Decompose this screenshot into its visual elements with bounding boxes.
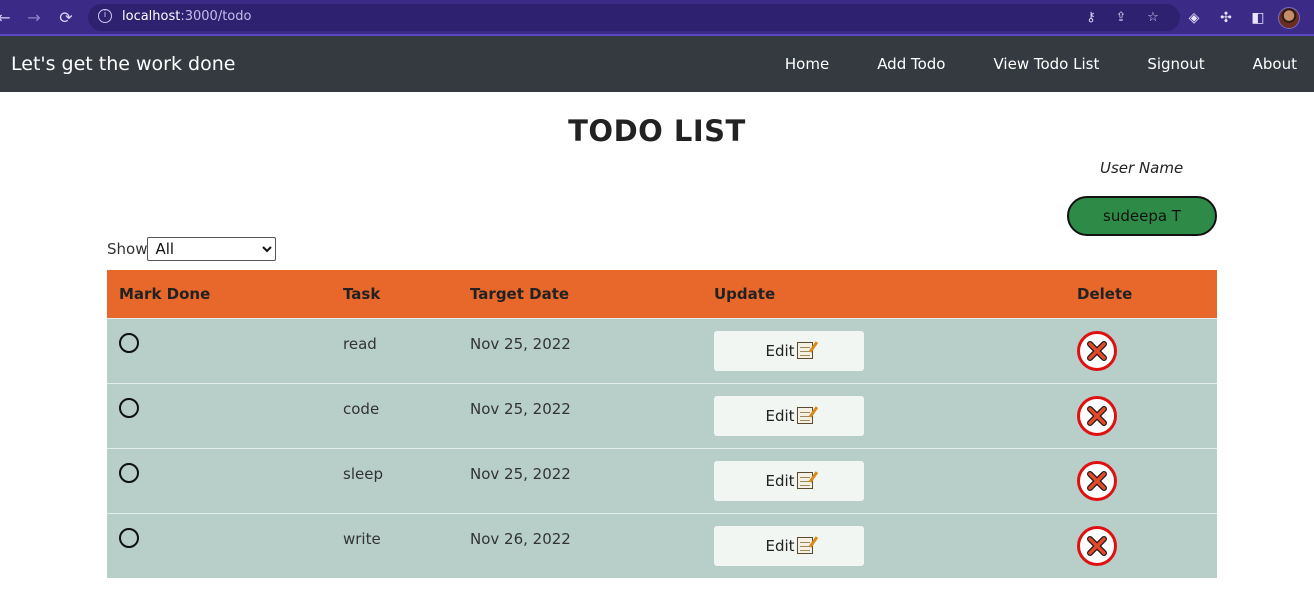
edit-button[interactable]: Edit bbox=[714, 460, 864, 501]
profile-avatar[interactable] bbox=[1278, 7, 1300, 29]
star-icon[interactable]: ☆ bbox=[1144, 9, 1162, 27]
edit-button[interactable]: Edit bbox=[714, 395, 864, 436]
page-title: TODO LIST bbox=[568, 114, 746, 148]
cross-mark-icon bbox=[1087, 470, 1107, 491]
task-cell: write bbox=[343, 529, 381, 548]
header-update: Update bbox=[714, 284, 776, 303]
memo-icon bbox=[796, 537, 813, 554]
share-icon[interactable]: ⇪ bbox=[1112, 9, 1130, 27]
address-bar[interactable]: i localhost:3000/todo ⚷ ⇪ ☆ bbox=[88, 4, 1180, 31]
forward-icon[interactable]: → bbox=[24, 8, 44, 28]
delete-button[interactable] bbox=[1077, 525, 1117, 566]
puzzle-icon[interactable]: ✣ bbox=[1216, 8, 1236, 28]
nav-home[interactable]: Home bbox=[785, 55, 829, 73]
user-name-badge: sudeepa T bbox=[1067, 196, 1217, 236]
mark-done-radio[interactable] bbox=[119, 527, 139, 548]
edit-label: Edit bbox=[765, 471, 795, 490]
memo-icon bbox=[796, 472, 813, 489]
mark-done-radio[interactable] bbox=[119, 462, 139, 483]
nav-view-todo-list[interactable]: View Todo List bbox=[994, 55, 1100, 73]
cross-mark-icon bbox=[1087, 340, 1107, 361]
nav-links: Home Add Todo View Todo List Signout Abo… bbox=[737, 36, 1297, 92]
filter-label: Show bbox=[107, 240, 148, 258]
mark-done-radio[interactable] bbox=[119, 332, 139, 353]
delete-button[interactable] bbox=[1077, 330, 1117, 371]
filter-select[interactable]: All bbox=[147, 237, 277, 261]
memo-icon bbox=[796, 407, 813, 424]
extension-icon[interactable]: ◈ bbox=[1184, 8, 1204, 28]
header-task: Task bbox=[343, 284, 381, 303]
date-cell: Nov 26, 2022 bbox=[470, 529, 571, 548]
nav-add-todo[interactable]: Add Todo bbox=[877, 55, 945, 73]
back-icon[interactable]: ← bbox=[0, 8, 14, 28]
delete-button[interactable] bbox=[1077, 395, 1117, 436]
app-navbar: Let's get the work done Home Add Todo Vi… bbox=[0, 36, 1314, 92]
edit-label: Edit bbox=[765, 341, 795, 360]
reload-icon[interactable]: ⟳ bbox=[56, 8, 76, 28]
table-row: read Nov 25, 2022 Edit bbox=[107, 318, 1217, 383]
nav-about[interactable]: About bbox=[1253, 55, 1297, 73]
header-delete: Delete bbox=[1077, 284, 1133, 303]
user-name-label: User Name bbox=[1100, 159, 1184, 177]
date-cell: Nov 25, 2022 bbox=[470, 464, 571, 483]
cross-mark-icon bbox=[1087, 405, 1107, 426]
edit-label: Edit bbox=[765, 406, 795, 425]
header-target-date: Target Date bbox=[470, 284, 570, 303]
site-info-icon[interactable]: i bbox=[98, 9, 112, 23]
table-row: write Nov 26, 2022 Edit bbox=[107, 513, 1217, 578]
task-cell: sleep bbox=[343, 464, 383, 483]
date-cell: Nov 25, 2022 bbox=[470, 399, 571, 418]
key-icon[interactable]: ⚷ bbox=[1082, 9, 1100, 27]
task-cell: read bbox=[343, 334, 377, 353]
brand-title[interactable]: Let's get the work done bbox=[11, 53, 235, 75]
sidepanel-icon[interactable]: ◧ bbox=[1248, 8, 1268, 28]
todo-table: Mark Done Task Target Date Update Delete… bbox=[107, 270, 1217, 578]
delete-button[interactable] bbox=[1077, 460, 1117, 501]
edit-button[interactable]: Edit bbox=[714, 330, 864, 371]
filter-control: Show All bbox=[107, 237, 277, 261]
date-cell: Nov 25, 2022 bbox=[470, 334, 571, 353]
table-header-row: Mark Done Task Target Date Update Delete bbox=[107, 270, 1217, 318]
browser-toolbar: ← → ⟳ i localhost:3000/todo ⚷ ⇪ ☆ ◈ ✣ ◧ bbox=[0, 0, 1314, 36]
header-mark-done: Mark Done bbox=[119, 284, 211, 303]
nav-signout[interactable]: Signout bbox=[1147, 55, 1204, 73]
task-cell: code bbox=[343, 399, 380, 418]
url-text[interactable]: localhost:3000/todo bbox=[122, 9, 251, 24]
cross-mark-icon bbox=[1087, 535, 1107, 556]
mark-done-radio[interactable] bbox=[119, 397, 139, 418]
table-row: code Nov 25, 2022 Edit bbox=[107, 383, 1217, 448]
edit-button[interactable]: Edit bbox=[714, 525, 864, 566]
edit-label: Edit bbox=[765, 536, 795, 555]
memo-icon bbox=[796, 342, 813, 359]
table-row: sleep Nov 25, 2022 Edit bbox=[107, 448, 1217, 513]
